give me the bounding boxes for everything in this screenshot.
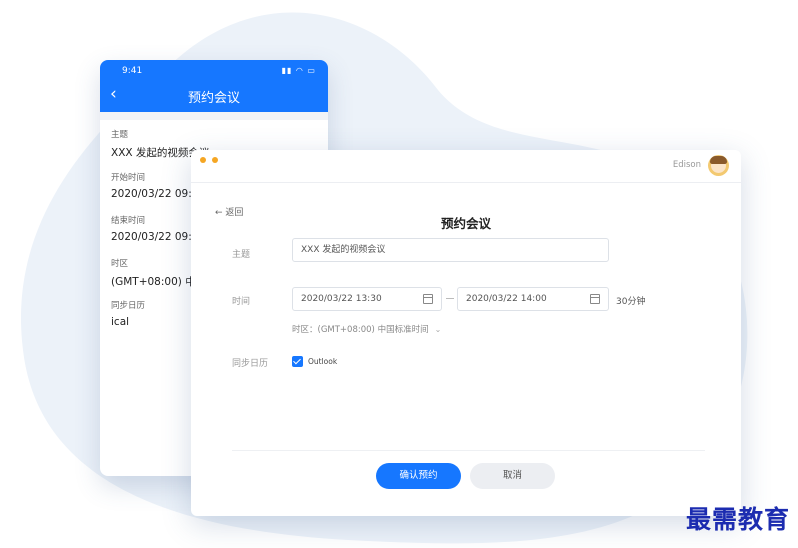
end-time-input[interactable]: 2020/03/22 14:00 [457,287,609,311]
calendar-icon[interactable] [423,294,433,304]
timezone-text: 时区：(GMT+08:00) 中国标准时间 [292,325,429,335]
subject-label: 主题 [232,250,251,260]
window-control-dot[interactable] [212,157,218,163]
time-label: 时间 [232,297,251,307]
calendar-sync-label: 同步日历 [232,359,269,369]
outlook-option-label[interactable]: Outlook [308,357,337,366]
start-time-value: 2020/03/22 13:30 [301,294,382,304]
user-name: Edison [672,160,701,170]
calendar-icon[interactable] [590,294,600,304]
confirm-button[interactable]: 确认预约 [376,463,461,489]
status-time: 9:41 [122,66,143,76]
cancel-button[interactable]: 取消 [470,463,555,489]
end-time-value: 2020/03/22 14:00 [466,294,547,304]
chevron-down-icon: ⌄ [434,325,442,334]
phone-divider [100,112,328,120]
avatar[interactable] [708,155,729,176]
window-titlebar: Edison [191,150,741,183]
desktop-window: Edison ← 返回 预约会议 主题 XXX 发起的视频会议 时间 2020/… [191,150,741,516]
footer-divider [232,450,705,451]
outlook-checkbox[interactable] [292,356,303,367]
phone-title: 预约会议 [187,91,240,106]
phone-header: 9:41 ▮▮ ◠ ▭ ‹ 预约会议 [100,60,328,112]
duration-text: 30分钟 [616,297,646,307]
watermark-logo: 最需教育 [685,505,790,534]
timezone-selector[interactable]: 时区：(GMT+08:00) 中国标准时间 ⌄ [292,323,441,335]
range-separator [446,298,454,299]
status-icons: ▮▮ ◠ ▭ [281,66,316,75]
window-control-dot[interactable] [200,157,206,163]
avatar-hair [710,156,727,164]
phone-field-label: 主题 [111,130,129,140]
subject-input[interactable]: XXX 发起的视频会议 [292,238,609,262]
start-time-input[interactable]: 2020/03/22 13:30 [292,287,442,311]
page-title: 预约会议 [440,216,491,231]
